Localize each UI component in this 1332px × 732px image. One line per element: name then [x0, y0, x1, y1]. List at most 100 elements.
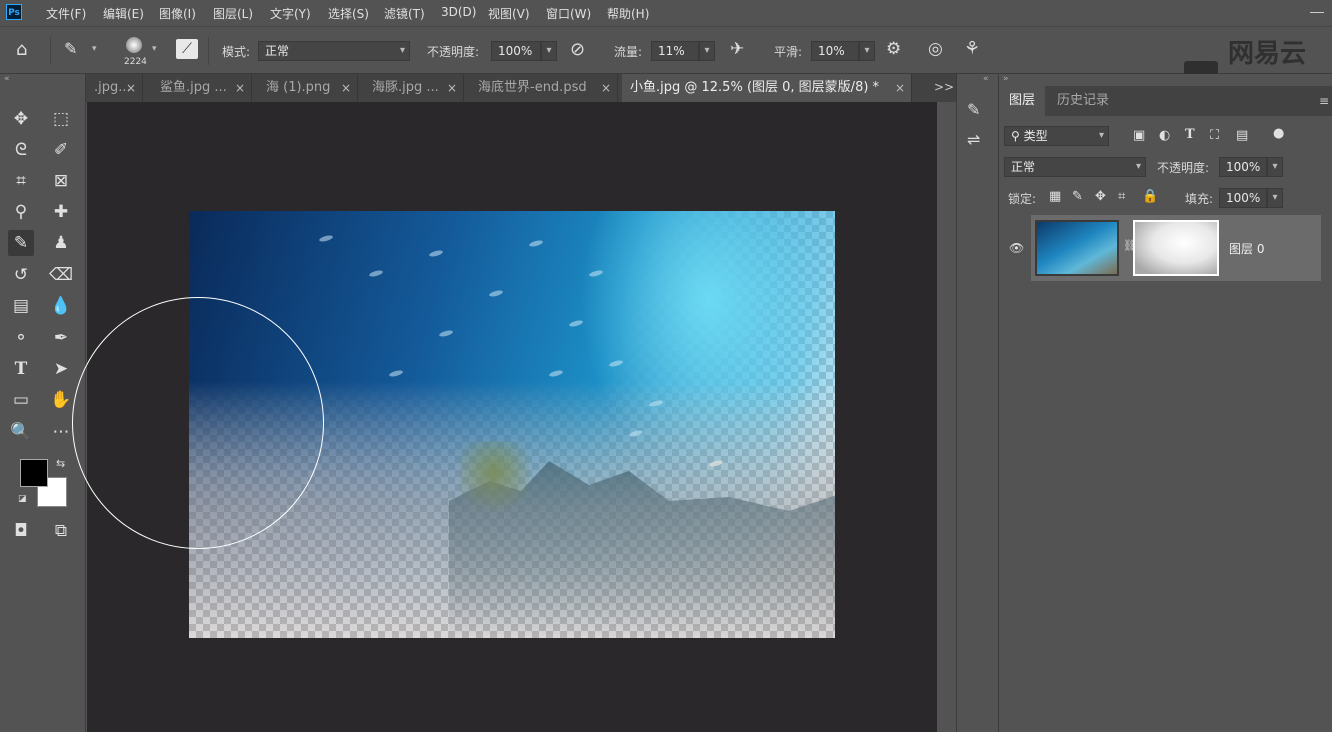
menu-file[interactable]: 文件(F) — [46, 5, 86, 22]
flow-input[interactable]: 11% — [651, 41, 699, 61]
move-tool-icon[interactable]: ✥ — [8, 106, 34, 132]
screen-mode-icon[interactable]: ⧉ — [48, 518, 74, 544]
pressure-size-icon[interactable]: ◎ — [928, 39, 943, 59]
swap-colors-icon[interactable]: ⇆ — [56, 457, 65, 470]
lock-pixels-icon[interactable]: ✎ — [1072, 189, 1083, 204]
mode-dropdown[interactable]: 正常 ▾ — [258, 41, 410, 61]
gear-icon[interactable]: ⚙ — [886, 39, 901, 59]
eyedropper-tool-icon[interactable]: ⚲ — [8, 199, 34, 225]
layer-name[interactable]: 图层 0 — [1229, 240, 1264, 257]
menu-3d[interactable]: 3D(D) — [441, 5, 476, 19]
home-icon[interactable]: ⌂ — [16, 39, 27, 60]
chevron-down-icon[interactable]: ▾ — [152, 44, 157, 54]
tab-layers[interactable]: 图层 — [999, 86, 1046, 116]
menu-filter[interactable]: 滤镜(T) — [384, 5, 425, 22]
visibility-eye-icon[interactable]: 👁 — [1009, 241, 1024, 255]
type-tool-icon[interactable]: T — [8, 356, 34, 382]
menu-image[interactable]: 图像(I) — [159, 5, 196, 22]
filter-adjustment-icon[interactable]: ◐ — [1159, 128, 1170, 143]
close-icon[interactable]: × — [601, 74, 611, 102]
opacity-dropdown-button[interactable]: ▾ — [541, 41, 557, 61]
more-tools-icon[interactable]: ⋯ — [48, 419, 74, 445]
collapse-icon[interactable]: « — [983, 74, 989, 84]
pen-tool-icon[interactable]: ✒ — [48, 325, 74, 351]
layer-opacity-input[interactable]: 100% — [1219, 157, 1267, 177]
layer-opacity-dropdown-button[interactable]: ▾ — [1267, 157, 1283, 177]
tab-document[interactable]: 海底世界-end.psd × — [470, 74, 618, 102]
close-icon[interactable]: × — [447, 74, 457, 102]
layer-filter-dropdown[interactable]: ⚲ 类型 ▾ — [1004, 126, 1109, 146]
tab-active-document[interactable]: 小鱼.jpg @ 12.5% (图层 0, 图层蒙版/8) * × — [622, 74, 912, 102]
zoom-tool-icon[interactable]: 🔍 — [8, 419, 34, 445]
layer-mask-thumbnail[interactable] — [1133, 220, 1219, 276]
eraser-tool-icon[interactable]: ⌫ — [48, 262, 74, 288]
fill-input[interactable]: 100% — [1219, 188, 1267, 208]
flow-dropdown-button[interactable]: ▾ — [699, 41, 715, 61]
close-icon[interactable]: × — [341, 74, 351, 102]
close-icon[interactable]: × — [235, 74, 245, 102]
clone-stamp-tool-icon[interactable]: ♟ — [48, 230, 74, 256]
chevron-down-icon[interactable]: ▾ — [92, 44, 97, 54]
lock-all-icon[interactable]: 🔒 — [1142, 189, 1158, 204]
tab-document[interactable]: 海豚.jpg ... × — [364, 74, 464, 102]
opacity-input[interactable]: 100% — [491, 41, 541, 61]
quick-mask-icon[interactable]: ◘ — [8, 518, 34, 544]
tabs-overflow-icon[interactable]: >> — [934, 80, 954, 94]
lock-position-icon[interactable]: ✥ — [1095, 189, 1106, 204]
smoothing-dropdown-button[interactable]: ▾ — [859, 41, 875, 61]
menu-help[interactable]: 帮助(H) — [607, 5, 649, 22]
tab-history[interactable]: 历史记录 — [1047, 86, 1119, 116]
filter-shape-icon[interactable]: ⛶ — [1210, 128, 1219, 143]
tab-document[interactable]: .jpg... × — [86, 74, 143, 102]
menu-layer[interactable]: 图层(L) — [213, 5, 253, 22]
blur-tool-icon[interactable]: 💧 — [48, 293, 74, 319]
filter-smart-object-icon[interactable]: ▤ — [1236, 128, 1248, 143]
layer-row[interactable]: ⛓ 图层 0 — [1031, 215, 1321, 281]
frame-tool-icon[interactable]: ⊠ — [48, 168, 74, 194]
menu-type[interactable]: 文字(Y) — [270, 5, 311, 22]
brush-settings-icon[interactable]: ✎ — [967, 100, 980, 119]
foreground-color-swatch[interactable] — [20, 459, 48, 487]
smoothing-input[interactable]: 10% — [811, 41, 859, 61]
symmetry-butterfly-icon[interactable]: ⚘ — [964, 38, 980, 59]
brush-tool-icon[interactable]: ✎ — [8, 230, 34, 256]
marquee-tool-icon[interactable]: ⬚ — [48, 106, 74, 132]
brush-settings-panel-icon[interactable]: ⟋ — [176, 39, 198, 59]
gradient-tool-icon[interactable]: ▤ — [8, 293, 34, 319]
quick-selection-tool-icon[interactable]: ✐ — [48, 137, 74, 163]
collapse-panel-icon[interactable]: » — [1003, 74, 1009, 84]
hand-tool-icon[interactable]: ✋ — [48, 387, 74, 413]
tab-document[interactable]: 鲨鱼.jpg ... × — [152, 74, 252, 102]
panel-menu-icon[interactable]: ≡ — [1319, 94, 1329, 108]
rectangle-tool-icon[interactable]: ▭ — [8, 387, 34, 413]
lock-artboard-icon[interactable]: ⌗ — [1118, 189, 1125, 204]
pressure-opacity-icon[interactable]: ⊘ — [570, 39, 585, 60]
adjustments-icon[interactable]: ⇌ — [967, 130, 980, 149]
blend-mode-dropdown[interactable]: 正常 ▾ — [1004, 157, 1146, 177]
close-icon[interactable]: × — [126, 74, 136, 102]
filter-toggle-icon[interactable]: ● — [1273, 126, 1284, 141]
path-selection-tool-icon[interactable]: ➤ — [48, 356, 74, 382]
layer-thumbnail[interactable] — [1035, 220, 1119, 276]
tab-document[interactable]: 海 (1).png × — [258, 74, 358, 102]
healing-brush-tool-icon[interactable]: ✚ — [48, 199, 74, 225]
brush-tip-icon[interactable] — [126, 37, 142, 53]
filter-type-icon[interactable]: T — [1185, 127, 1195, 142]
lasso-tool-icon[interactable]: ᘓ — [8, 137, 34, 163]
airbrush-icon[interactable]: ✈ — [730, 39, 744, 59]
lock-transparency-icon[interactable]: ▦ — [1049, 189, 1061, 204]
minimize-icon[interactable] — [1310, 12, 1324, 13]
close-icon[interactable]: × — [895, 74, 905, 102]
fill-dropdown-button[interactable]: ▾ — [1267, 188, 1283, 208]
menu-window[interactable]: 窗口(W) — [546, 5, 591, 22]
history-brush-tool-icon[interactable]: ↺ — [8, 262, 34, 288]
brush-preset-icon[interactable]: ✎ — [64, 39, 77, 58]
crop-tool-icon[interactable]: ⌗ — [8, 168, 34, 194]
collapse-icon[interactable]: « — [4, 74, 10, 84]
menu-select[interactable]: 选择(S) — [328, 5, 369, 22]
dodge-tool-icon[interactable]: ⚬ — [8, 325, 34, 351]
menu-view[interactable]: 视图(V) — [488, 5, 530, 22]
filter-pixel-icon[interactable]: ▣ — [1133, 128, 1145, 143]
menu-edit[interactable]: 编辑(E) — [103, 5, 144, 22]
default-colors-icon[interactable]: ◪ — [18, 494, 27, 504]
